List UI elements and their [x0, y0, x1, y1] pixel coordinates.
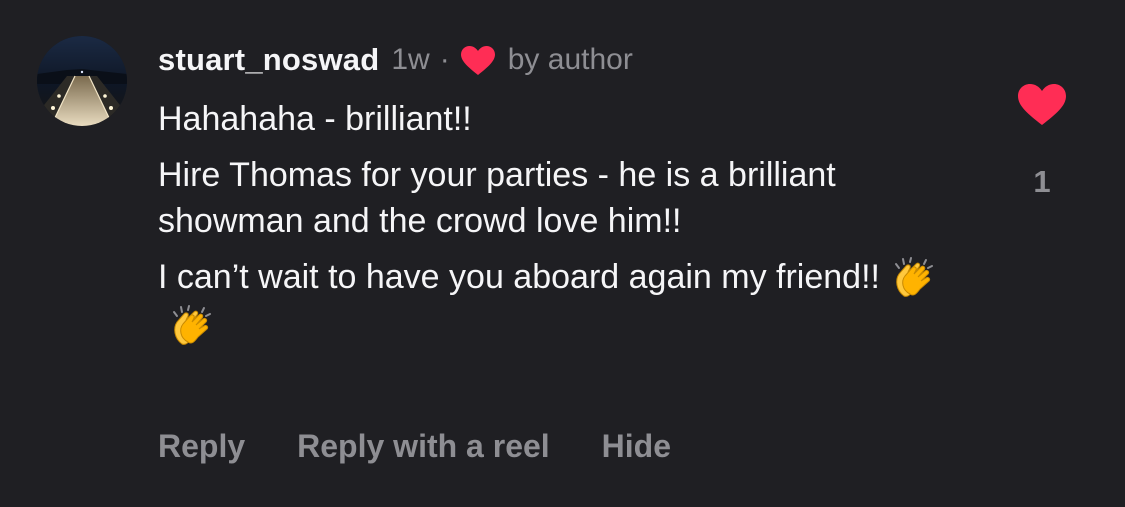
avatar[interactable]: [37, 36, 127, 126]
like-heart-icon[interactable]: [1016, 82, 1068, 128]
comment-body: stuart_noswad 1w · by author Hahahaha - …: [158, 38, 948, 350]
like-column: 1: [1010, 82, 1074, 200]
reply-button[interactable]: Reply: [158, 428, 245, 465]
comment-text: Hahahaha - brilliant!! Hire Thomas for y…: [158, 96, 948, 350]
hide-button[interactable]: Hide: [602, 428, 671, 465]
comment-paragraph: I can’t wait to have you aboard again my…: [158, 254, 948, 350]
comment-actions: Reply Reply with a reel Hide: [158, 428, 671, 465]
like-count: 1: [1033, 164, 1051, 199]
comment-paragraph: Hahahaha - brilliant!!: [158, 100, 472, 138]
reply-with-reel-button[interactable]: Reply with a reel: [297, 428, 550, 465]
separator-dot: ·: [439, 43, 450, 76]
timestamp: 1w: [391, 43, 430, 76]
avatar-image: [37, 36, 127, 126]
comment-paragraph: Hire Thomas for your parties - he is a b…: [158, 156, 836, 240]
comment-paragraph-text: I can’t wait to have you aboard again my…: [158, 258, 880, 296]
author-liked-heart-icon: [460, 45, 496, 77]
comment: stuart_noswad 1w · by author Hahahaha - …: [0, 0, 1125, 507]
by-author-label: by author: [507, 43, 633, 76]
clapping-hands-icon: [168, 304, 214, 350]
clapping-hands-icon: [890, 256, 936, 302]
comment-header: stuart_noswad 1w · by author: [158, 38, 948, 82]
username[interactable]: stuart_noswad: [158, 42, 379, 78]
